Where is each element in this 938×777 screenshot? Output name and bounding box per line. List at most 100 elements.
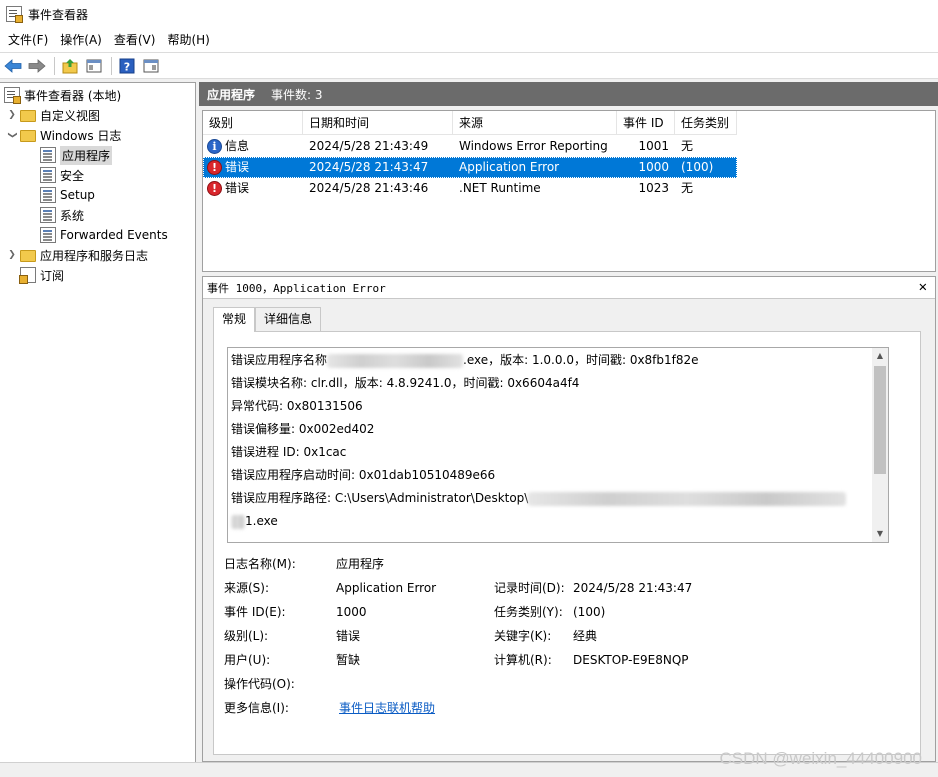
main-pane: 应用程序 事件数: 3 级别 日期和时间 来源 事件 ID 任务类别 i 信息 … (199, 82, 938, 762)
tree-log-forwarded[interactable]: Forwarded Events (40, 225, 168, 245)
opcode-label: 操作代码(O): (224, 677, 295, 691)
column-source[interactable]: 来源 (453, 111, 617, 135)
pane-header: 应用程序 事件数: 3 (199, 82, 938, 106)
console-tree-icon[interactable] (83, 55, 105, 77)
help-icon[interactable]: ? (116, 55, 138, 77)
source-value: Application Error (336, 581, 437, 595)
logged-value: 2024/5/28 21:43:47 (573, 581, 693, 595)
error-icon: ! (207, 181, 222, 196)
event-count: 事件数: 3 (271, 87, 323, 102)
desc-line: 异常代码: 0x80131506 (231, 399, 363, 413)
folder-icon (20, 250, 36, 262)
desc-line: 1.exe (231, 511, 278, 531)
user-label: 用户(U): (224, 653, 271, 667)
online-help-link[interactable]: 事件日志联机帮助 (339, 700, 435, 716)
menu-file[interactable]: 文件(F) (2, 30, 54, 50)
toolbar-separator (111, 56, 112, 75)
table-row[interactable]: i 信息 2024/5/28 21:43:49 Windows Error Re… (203, 136, 737, 157)
column-level[interactable]: 级别 (203, 111, 303, 135)
toolbar-separator (54, 56, 55, 75)
detail-header: 事件 1000，Application Error ✕ (203, 277, 935, 299)
description-scrollbar[interactable]: ▲ ▼ (872, 348, 888, 542)
column-datetime[interactable]: 日期和时间 (303, 111, 453, 135)
error-icon: ! (207, 160, 222, 175)
task-value: (100) (573, 605, 606, 619)
log-icon (40, 167, 56, 183)
folder-icon (20, 130, 36, 142)
event-detail-pane: 事件 1000，Application Error ✕ 常规 详细信息 错误应用… (202, 276, 936, 762)
title-bar: 事件查看器 (0, 0, 938, 28)
event-viewer-icon (4, 87, 21, 104)
tree-log-setup[interactable]: Setup (40, 185, 95, 205)
computer-label: 计算机(R): (494, 653, 552, 667)
tree-custom-views[interactable]: ❯ 自定义视图 (6, 105, 100, 125)
tab-details[interactable]: 详细信息 (255, 307, 322, 331)
level-value: 错误 (336, 629, 361, 643)
action-pane-icon[interactable] (140, 55, 162, 77)
log-name-value: 应用程序 (336, 557, 385, 571)
source-label: 来源(S): (224, 581, 270, 595)
scroll-up-icon[interactable]: ▲ (872, 348, 888, 364)
menu-help[interactable]: 帮助(H) (161, 30, 215, 50)
tree-log-application[interactable]: 应用程序 (40, 145, 113, 165)
chevron-right-icon[interactable]: ❯ (6, 249, 18, 261)
info-icon: i (207, 139, 222, 154)
svg-text:?: ? (124, 60, 130, 73)
detail-tabs: 常规 详细信息 (213, 307, 322, 332)
event-viewer-icon (6, 6, 23, 23)
tree-log-system[interactable]: 系统 (40, 205, 84, 225)
event-list: 级别 日期和时间 来源 事件 ID 任务类别 i 信息 2024/5/28 21… (202, 110, 936, 272)
tree-log-security[interactable]: 安全 (40, 165, 84, 185)
task-label: 任务类别(Y): (494, 605, 563, 619)
window-title: 事件查看器 (28, 7, 89, 22)
keywords-label: 关键字(K): (494, 629, 552, 643)
chevron-down-icon[interactable]: ❯ (6, 129, 18, 141)
pane-title: 应用程序 (207, 87, 256, 102)
redacted-blur (528, 491, 847, 506)
detail-title: 事件 1000，Application Error (207, 281, 386, 295)
event-id-label: 事件 ID(E): (224, 605, 286, 619)
table-row[interactable]: ! 错误 2024/5/28 21:43:46 .NET Runtime 102… (203, 178, 737, 199)
tree-root[interactable]: 事件查看器 (本地) (4, 85, 121, 105)
desc-line: 错误偏移量: 0x002ed402 (231, 422, 375, 436)
log-name-label: 日志名称(M): (224, 557, 296, 571)
forward-arrow-icon[interactable] (26, 55, 48, 77)
back-arrow-icon[interactable] (2, 55, 24, 77)
event-id-value: 1000 (336, 605, 367, 619)
keywords-value: 经典 (573, 629, 598, 643)
scroll-thumb[interactable] (874, 366, 886, 474)
table-row-selected[interactable]: ! 错误 2024/5/28 21:43:47 Application Erro… (203, 157, 737, 178)
tree-subscriptions[interactable]: 订阅 (19, 265, 64, 285)
toolbar: ? (0, 52, 938, 79)
column-task-category[interactable]: 任务类别 (675, 111, 737, 135)
level-label: 级别(L): (224, 629, 269, 643)
redacted-blur (327, 353, 464, 368)
menu-bar: 文件(F) 操作(A) 查看(V) 帮助(H) (0, 28, 938, 52)
folder-up-icon[interactable] (59, 55, 81, 77)
tree-app-service-logs[interactable]: ❯ 应用程序和服务日志 (6, 245, 148, 265)
log-icon (40, 207, 56, 223)
user-value: 暂缺 (336, 653, 361, 667)
event-description[interactable]: 错误应用程序名称 .exe，版本: 1.0.0.0，时间戳: 0x8fb1f82e… (227, 347, 889, 543)
list-header: 级别 日期和时间 来源 事件 ID 任务类别 (203, 111, 737, 135)
console-tree: 事件查看器 (本地) ❯ 自定义视图 ❯ Windows 日志 应用程序 安全 … (0, 82, 196, 762)
watermark: CSDN @weixin_44400900 (719, 749, 922, 768)
desc-line: 错误进程 ID: 0x1cac (231, 445, 347, 459)
folder-icon (20, 110, 36, 122)
chevron-right-icon[interactable]: ❯ (6, 109, 18, 121)
log-icon (40, 147, 56, 163)
desc-line: 错误模块名称: clr.dll，版本: 4.8.9241.0，时间戳: 0x66… (231, 376, 580, 390)
log-icon (40, 227, 56, 243)
menu-action[interactable]: 操作(A) (54, 30, 108, 50)
tree-windows-logs[interactable]: ❯ Windows 日志 (6, 125, 121, 145)
general-tab-body: 错误应用程序名称 .exe，版本: 1.0.0.0，时间戳: 0x8fb1f82e… (213, 331, 921, 755)
tab-general[interactable]: 常规 (213, 307, 256, 332)
column-event-id[interactable]: 事件 ID (617, 111, 675, 135)
redacted-blur (231, 514, 245, 529)
computer-value: DESKTOP-E9E8NQP (573, 653, 689, 667)
menu-view[interactable]: 查看(V) (108, 30, 162, 50)
subscription-icon (19, 267, 36, 284)
scroll-down-icon[interactable]: ▼ (872, 526, 888, 542)
close-icon[interactable]: ✕ (919, 279, 927, 295)
desc-line: 错误应用程序启动时间: 0x01dab10510489e66 (231, 468, 496, 482)
